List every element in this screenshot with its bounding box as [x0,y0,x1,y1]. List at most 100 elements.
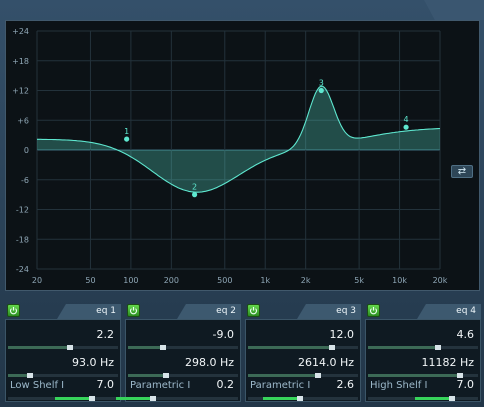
freq-readout[interactable]: 93.0 Hz [72,356,114,369]
freq-tick-label: 2k [301,276,311,285]
filter-type-label[interactable]: Parametric I [250,380,310,391]
q-readout[interactable]: 7.0 [97,378,115,391]
q-slider[interactable] [116,396,238,401]
eq-graph-display[interactable]: 1 2 3 4 +24 +18 +12 +6 0 -6 -12 -18 -24 20 50 100 200 5… [5,20,480,291]
gain-readout[interactable]: 2.2 [97,328,115,341]
db-tick-label: -12 [16,206,29,215]
freq-slider[interactable] [128,373,238,378]
db-tick-label: +24 [12,27,29,36]
q-slider[interactable] [368,396,478,401]
band-body: 4.6 11182 Hz High Shelf I 7.0 [365,319,481,402]
q-slider-knob[interactable] [89,396,95,401]
band-1: eq 1 2.2 93.0 Hz Low Shelf I 7.0 [5,301,121,402]
freq-slider[interactable] [248,373,358,378]
band-title: eq 1 [57,304,121,319]
band-body: -9.0 298.0 Hz Parametric I 0.2 [116,319,241,402]
q-slider-knob[interactable] [449,396,455,401]
freq-slider-knob[interactable] [315,373,321,378]
q-slider-knob[interactable] [150,396,156,401]
gain-slider-fill [248,346,329,349]
freq-slider-knob[interactable] [163,373,169,378]
band-body: 12.0 2614.0 Hz Parametric I 2.6 [245,319,361,402]
q-slider-fill [116,397,150,400]
gain-slider[interactable] [368,345,478,350]
gain-slider[interactable] [248,345,358,350]
q-slider-fill [415,397,449,400]
gain-slider-knob[interactable] [67,345,73,350]
db-axis-labels: +24 +18 +12 +6 0 -6 -12 -18 -24 [12,27,29,274]
power-icon[interactable] [247,304,260,317]
gain-slider-knob[interactable] [435,345,441,350]
freq-readout[interactable]: 2614.0 Hz [298,356,354,369]
band-body: 2.2 93.0 Hz Low Shelf I 7.0 [5,319,121,402]
gain-slider[interactable] [128,345,238,350]
power-icon[interactable] [127,304,140,317]
freq-slider-fill [248,374,315,377]
power-symbol-icon [249,307,258,315]
freq-slider[interactable] [8,373,118,378]
band-4: eq 4 4.6 11182 Hz High Shelf I 7.0 [365,301,481,402]
band-header: eq 4 [365,301,481,319]
freq-tick-label: 20 [32,276,42,285]
band-header: eq 2 [125,301,241,319]
power-icon[interactable] [7,304,20,317]
freq-readout[interactable]: 298.0 Hz [185,356,234,369]
band-title: eq 2 [177,304,241,319]
band-title: eq 4 [417,304,481,319]
freq-readout[interactable]: 11182 Hz [421,356,474,369]
gain-readout[interactable]: 4.6 [457,328,475,341]
freq-slider-fill [128,374,163,377]
db-tick-label: -24 [16,265,29,274]
eq-marker-handle [403,124,409,130]
gain-slider-fill [128,346,160,349]
band-header: eq 3 [245,301,361,319]
q-slider-fill [263,397,297,400]
freq-tick-label: 500 [217,276,232,285]
eq-plugin-window: 1 2 3 4 +24 +18 +12 +6 0 -6 -12 -18 -24 20 50 100 200 5… [0,0,484,407]
header-tab [424,0,484,20]
q-slider[interactable] [8,396,118,401]
gain-slider-knob[interactable] [329,345,335,350]
freq-slider-fill [8,374,27,377]
gain-readout[interactable]: -9.0 [213,328,234,341]
db-tick-label: +12 [12,87,29,96]
gain-readout[interactable]: 12.0 [330,328,355,341]
freq-tick-label: 1k [260,276,270,285]
q-slider-fill [55,397,89,400]
db-tick-label: +18 [12,57,29,66]
db-tick-label: -18 [16,235,29,244]
q-readout[interactable]: 2.6 [337,378,355,391]
filter-type-label[interactable]: Parametric I [130,380,190,391]
filter-type-label[interactable]: High Shelf I [370,380,427,391]
gain-slider[interactable] [8,345,118,350]
gain-slider-knob[interactable] [160,345,166,350]
band-header: eq 1 [5,301,121,319]
filter-type-label[interactable]: Low Shelf I [10,380,64,391]
eq-graph[interactable]: 1 2 3 4 +24 +18 +12 +6 0 -6 -12 -18 -24 20 50 100 200 5… [6,21,481,292]
q-readout[interactable]: 7.0 [457,378,475,391]
freq-tick-label: 10k [392,276,407,285]
power-icon[interactable] [367,304,380,317]
eq-marker-handle [318,87,324,94]
q-slider[interactable] [248,396,358,401]
db-tick-label: 0 [24,146,29,155]
freq-slider-knob[interactable] [27,373,33,378]
freq-tick-label: 100 [123,276,138,285]
eq-marker-label: 4 [404,115,409,124]
eq-marker-label: 1 [124,127,129,136]
power-symbol-icon [129,307,138,315]
freq-tick-label: 50 [85,276,95,285]
freq-slider[interactable] [368,373,478,378]
eq-marker-handle [124,136,130,142]
power-symbol-icon [9,307,18,315]
band-title: eq 3 [297,304,361,319]
q-slider-knob[interactable] [297,396,303,401]
power-symbol-icon [369,307,378,315]
db-tick-label: -6 [21,176,29,185]
gain-slider-fill [368,346,435,349]
eq-marker-label: 2 [192,183,197,192]
freq-tick-label: 200 [164,276,179,285]
link-icon[interactable]: ⇄ [451,165,473,178]
gain-slider-fill [8,346,67,349]
q-readout[interactable]: 0.2 [217,378,235,391]
